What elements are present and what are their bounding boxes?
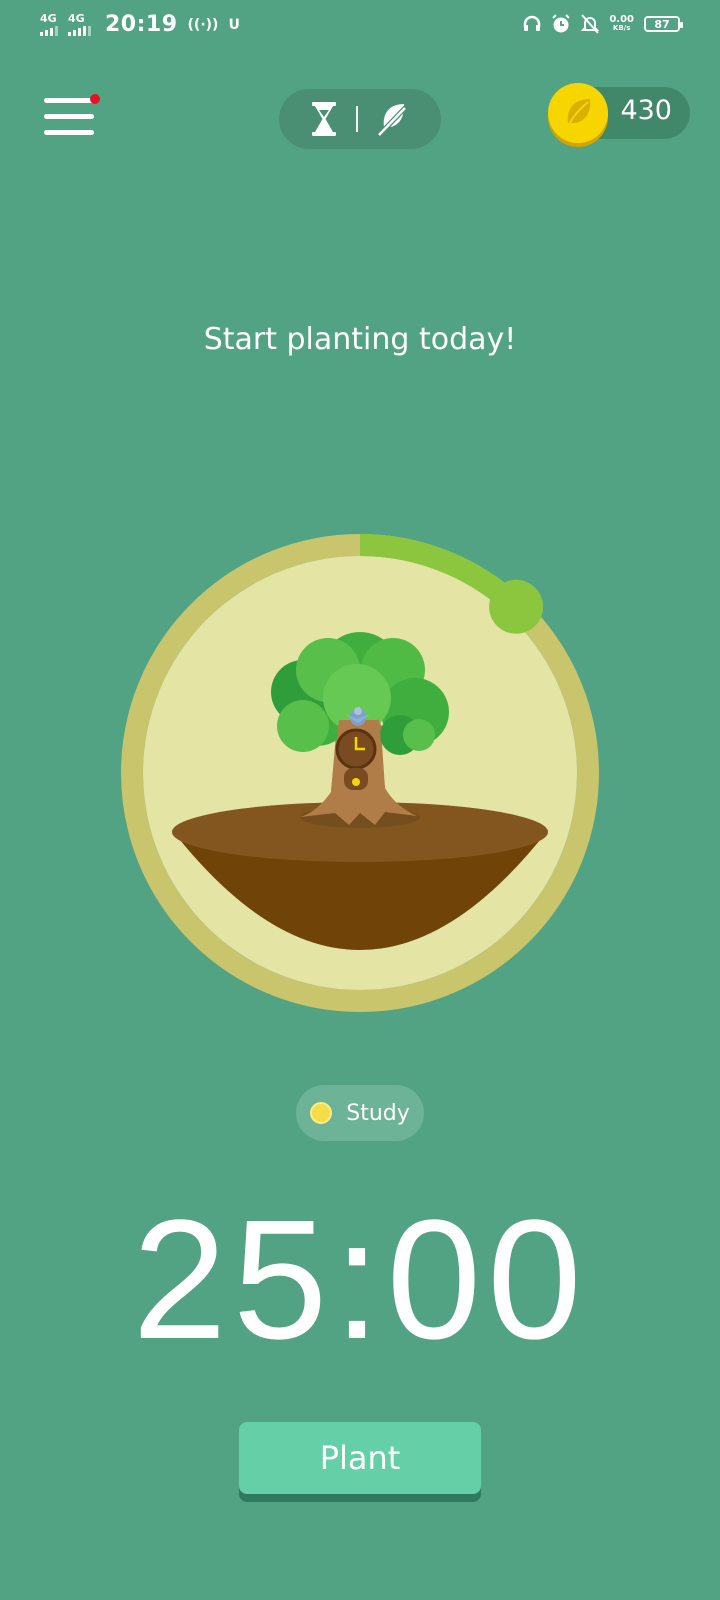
- hotspot-icon: ((·)): [187, 16, 219, 33]
- u-icon: U: [228, 16, 240, 33]
- timer-display: 25:00: [132, 1185, 588, 1375]
- gold-coin-icon: [548, 83, 608, 143]
- network-1-label: 4G: [40, 12, 57, 25]
- progress-handle[interactable]: [489, 579, 544, 634]
- mode-divider: [356, 106, 358, 132]
- coin-count: 430: [620, 95, 672, 126]
- headline: Start planting today!: [203, 322, 517, 357]
- status-right: 0.00 KB/s 87: [523, 14, 683, 34]
- net-speed-unit: KB/s: [612, 24, 631, 32]
- hamburger-menu-icon[interactable]: [40, 94, 100, 140]
- tag-label: Study: [346, 1100, 410, 1126]
- signal-icon: [68, 26, 91, 36]
- clock-time: 20:19: [105, 12, 178, 37]
- network-2-label: 4G: [68, 12, 85, 25]
- notification-dot: [90, 94, 100, 104]
- tree-ring: [121, 534, 599, 1012]
- headphones-icon: [524, 15, 541, 31]
- signal-icon: [40, 26, 58, 36]
- tag-selector[interactable]: Study: [296, 1085, 424, 1141]
- tag-color-dot: [310, 1102, 333, 1124]
- net-speed-value: 0.00: [609, 14, 634, 25]
- notifications-off-icon: [581, 14, 600, 34]
- battery-icon: 87: [644, 16, 683, 32]
- net-speed: 0.00 KB/s: [609, 15, 634, 33]
- mode-switcher[interactable]: [279, 89, 441, 149]
- status-bar: 4G 4G 20:19 ((·)) U 0.00 KB/s 87: [0, 0, 720, 56]
- hourglass-icon[interactable]: [310, 101, 338, 137]
- coin-balance[interactable]: 430: [548, 83, 690, 143]
- tree-area: [117, 530, 603, 1016]
- plant-button[interactable]: Plant: [239, 1422, 481, 1494]
- no-phone-leaf-icon[interactable]: [376, 101, 410, 137]
- network-2: 4G: [68, 13, 91, 36]
- network-1: 4G: [40, 13, 58, 36]
- status-left: 4G 4G 20:19 ((·)) U: [40, 12, 240, 37]
- alarm-icon: [552, 14, 571, 33]
- battery-level: 87: [654, 17, 670, 31]
